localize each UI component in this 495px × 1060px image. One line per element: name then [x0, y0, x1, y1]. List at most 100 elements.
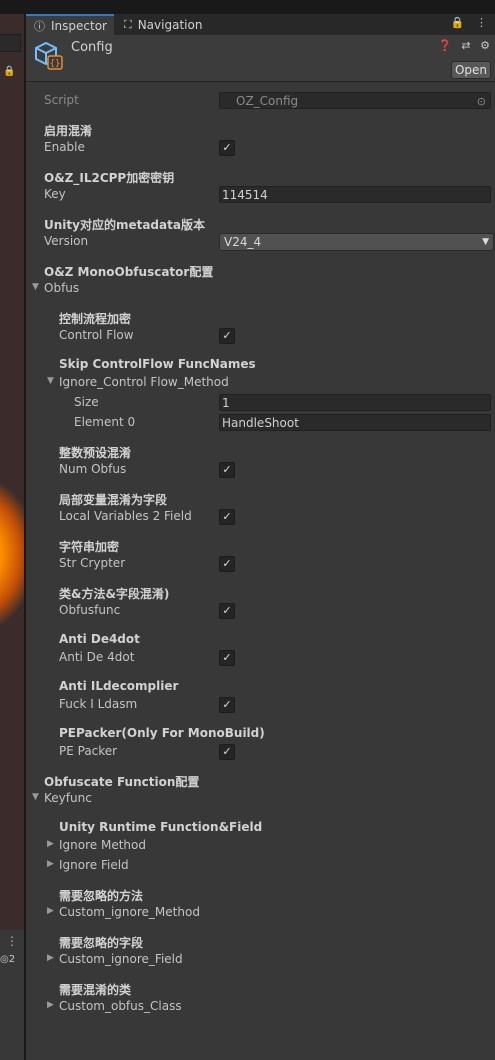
foldout-collapsed-icon[interactable]: ▶: [47, 859, 54, 869]
scene-view-panel[interactable]: 🔒 ⋮ ◎2: [0, 14, 24, 1060]
enable-row: Enable ✓: [26, 139, 495, 157]
header-icons[interactable]: ❓ ⇄ ⚙: [438, 39, 493, 52]
foldout-collapsed-icon[interactable]: ▶: [47, 953, 54, 963]
inspector-content: Script OZ_Config ⊙ 启用混淆 Enable ✓ O&Z_IL2…: [26, 82, 495, 1060]
size-input[interactable]: 1: [219, 394, 491, 411]
foldout-expanded-icon[interactable]: ▼: [32, 282, 39, 292]
control-flow-checkbox[interactable]: ✓: [219, 328, 235, 344]
size-label: Size: [74, 395, 99, 409]
top-strip: [0, 0, 495, 14]
obfusfunc-label: Obfusfunc: [59, 603, 121, 617]
more-options-icon[interactable]: ⋮: [6, 934, 18, 948]
anti-de4dot-checkbox[interactable]: ✓: [219, 650, 235, 666]
custom-ignore-method-header: 需要忽略的方法: [59, 889, 144, 903]
obfusfunc-header: 类&方法&字段混淆): [59, 587, 170, 601]
foldout-expanded-icon[interactable]: ▼: [47, 376, 54, 386]
version-dropdown[interactable]: V24_4 ▼: [219, 233, 494, 251]
object-title: Config: [71, 40, 113, 55]
key-input[interactable]: 114514: [219, 186, 491, 203]
obfusfunc-row: Obfusfunc ✓: [26, 602, 495, 620]
skip-label: Ignore_Control Flow_Method: [59, 375, 229, 389]
version-label: Version: [44, 234, 89, 248]
inspector-header: {} Config ❓ ⇄ ⚙ Open: [26, 35, 495, 82]
control-flow-label: Control Flow: [59, 328, 134, 342]
anti-de4dot-header: Anti De4dot: [59, 632, 140, 646]
custom-ignore-method-foldout[interactable]: ▶ Custom_ignore_Method: [26, 904, 495, 922]
ignore-field-foldout[interactable]: ▶ Ignore Field: [26, 857, 495, 875]
tab-inspector-label: Inspector: [51, 18, 107, 33]
info-icon: ⓘ: [34, 19, 45, 33]
keyfunc-foldout[interactable]: ▼ Keyfunc: [26, 790, 495, 808]
custom-obfus-class-foldout[interactable]: ▶ Custom_obfus_Class: [26, 998, 495, 1016]
keyfunc-header: Obfuscate Function配置: [44, 775, 200, 789]
version-value: V24_4: [224, 235, 262, 249]
obfus-foldout[interactable]: ▼ Obfus: [26, 280, 495, 298]
tab-inspector[interactable]: ⓘ Inspector: [26, 14, 114, 35]
str-crypter-label: Str Crypter: [59, 556, 126, 570]
keyfunc-label: Keyfunc: [44, 791, 92, 805]
foldout-expanded-icon[interactable]: ▼: [32, 792, 39, 802]
str-crypter-checkbox[interactable]: ✓: [219, 556, 235, 572]
num-obfus-header: 整数预设混淆: [59, 446, 132, 460]
anti-ildasm-row: Fuck I Ldasm ✓: [26, 696, 495, 714]
foldout-collapsed-icon[interactable]: ▶: [47, 1000, 54, 1010]
element-input[interactable]: HandleShoot: [219, 414, 491, 431]
local-vars-checkbox[interactable]: ✓: [219, 509, 235, 525]
unity-runtime-header: Unity Runtime Function&Field: [59, 820, 263, 834]
enable-label: Enable: [44, 140, 85, 154]
script-label: Script: [44, 93, 79, 107]
key-row: Key 114514: [26, 186, 495, 204]
foldout-collapsed-icon[interactable]: ▶: [47, 839, 54, 849]
script-row: Script OZ_Config ⊙: [26, 92, 495, 110]
local-vars-row: Local Variables 2 Field ✓: [26, 508, 495, 526]
enable-header: 启用混淆: [44, 124, 93, 138]
script-field[interactable]: OZ_Config ⊙: [219, 92, 491, 109]
version-row: Version V24_4 ▼: [26, 233, 495, 251]
version-header: Unity对应的metadata版本: [44, 218, 205, 232]
custom-obfus-class-header: 需要混淆的类: [59, 983, 132, 997]
svg-text:{}: {}: [50, 59, 61, 69]
hierarchy-panel: [0, 930, 24, 1060]
visibility-count: ◎2: [0, 954, 16, 965]
num-obfus-label: Num Obfus: [59, 462, 127, 476]
tab-navigation[interactable]: ⛶ Navigation: [118, 14, 218, 35]
tab-navigation-label: Navigation: [137, 17, 203, 32]
anti-de4dot-label: Anti De 4dot: [59, 650, 135, 664]
control-flow-header: 控制流程加密: [59, 312, 132, 326]
element-label: Element 0: [74, 415, 136, 429]
scene-search-input[interactable]: [0, 34, 21, 52]
lock-icon[interactable]: 🔒: [3, 66, 15, 77]
anti-ildasm-header: Anti ILdecomplier: [59, 679, 179, 693]
enable-checkbox[interactable]: ✓: [219, 140, 235, 156]
local-vars-header: 局部变量混淆为字段: [59, 493, 168, 507]
object-picker-icon[interactable]: ⊙: [477, 93, 486, 110]
key-label: Key: [44, 187, 66, 201]
ignore-method-foldout[interactable]: ▶ Ignore Method: [26, 837, 495, 855]
str-crypter-row: Str Crypter ✓: [26, 555, 495, 573]
num-obfus-row: Num Obfus ✓: [26, 461, 495, 479]
custom-ignore-field-label: Custom_ignore_Field: [59, 952, 183, 966]
custom-ignore-field-header: 需要忽略的字段: [59, 936, 144, 950]
tab-bar: ⓘ Inspector ⛶ Navigation 🔒 ⋮: [26, 14, 495, 35]
num-obfus-checkbox[interactable]: ✓: [219, 462, 235, 478]
scriptable-object-icon: {}: [35, 41, 63, 70]
skip-foldout[interactable]: ▼ Ignore_Control Flow_Method: [26, 374, 495, 392]
obfusfunc-checkbox[interactable]: ✓: [219, 603, 235, 619]
anti-de4dot-row: Anti De 4dot ✓: [26, 649, 495, 667]
local-vars-label: Local Variables 2 Field: [59, 509, 192, 523]
tab-bar-icons[interactable]: 🔒 ⋮: [451, 16, 491, 29]
pe-packer-checkbox[interactable]: ✓: [219, 744, 235, 760]
custom-obfus-class-label: Custom_obfus_Class: [59, 999, 182, 1013]
scene-glow: [0, 484, 24, 624]
pe-packer-label: PE Packer: [59, 744, 118, 758]
open-button[interactable]: Open: [451, 61, 491, 79]
str-crypter-header: 字符串加密: [59, 540, 120, 554]
foldout-collapsed-icon[interactable]: ▶: [47, 906, 54, 916]
ignore-method-label: Ignore Method: [59, 838, 146, 852]
ignore-field-label: Ignore Field: [59, 858, 129, 872]
anti-ildasm-label: Fuck I Ldasm: [59, 697, 138, 711]
custom-ignore-field-foldout[interactable]: ▶ Custom_ignore_Field: [26, 951, 495, 969]
obfus-header: O&Z MonoObfuscator配置: [44, 265, 214, 279]
anti-ildasm-checkbox[interactable]: ✓: [219, 697, 235, 713]
key-header: O&Z_IL2CPP加密密钥: [44, 171, 175, 185]
